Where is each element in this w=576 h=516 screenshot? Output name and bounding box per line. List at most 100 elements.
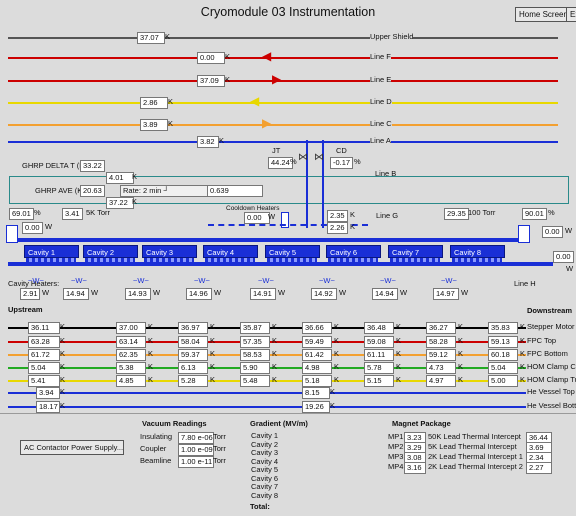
cavity-block[interactable]: Cavity 8 xyxy=(450,245,505,258)
sensor-unit: K xyxy=(396,322,402,331)
line-temp-unit: K xyxy=(168,119,174,128)
sensor-unit: K xyxy=(334,362,340,371)
sensor-value: 59.12 xyxy=(426,349,456,361)
cavity-heater-unit: W xyxy=(461,288,469,297)
cd-value: -0.17 xyxy=(330,157,354,169)
jt-valve-icon[interactable]: ⋈ xyxy=(298,153,308,163)
magnet-mp-value: 3.16 xyxy=(404,462,426,474)
sensor-value: 59.37 xyxy=(178,349,208,361)
arrow-right-icon: ▶ xyxy=(262,116,272,130)
ghrp-upper-unit: K xyxy=(132,172,138,181)
sensor-row-name: FPC Top xyxy=(527,336,557,345)
cavity-block[interactable]: Cavity 1 xyxy=(24,245,79,258)
cavity-cell-stripes xyxy=(328,258,378,262)
line-name: Line E xyxy=(370,75,392,85)
cavity-block[interactable]: Cavity 5 xyxy=(265,245,320,258)
line-name: Line D xyxy=(370,97,392,107)
sensor-unit: K xyxy=(520,336,526,345)
sensor-value: 5.78 xyxy=(364,362,394,374)
sensor-unit: K xyxy=(210,349,216,358)
sensor-unit: K xyxy=(210,375,216,384)
sensor-value: 36.97 xyxy=(178,322,208,334)
vacuum-title: Vacuum Readings xyxy=(142,419,207,428)
sensor-unit: K xyxy=(520,375,526,384)
cavity-heater-unit: W xyxy=(278,288,286,297)
magnet-intercept-label: 5K Lead Thermal Intercept xyxy=(428,442,517,451)
cavity-block[interactable]: Cavity 2 xyxy=(83,245,138,258)
vacuum-unit: Torr xyxy=(213,456,226,465)
vessel-mid-unit: K xyxy=(330,387,336,396)
vessel-up-value: 18.17 xyxy=(36,401,60,413)
sensor-value: 5.41 xyxy=(28,375,60,387)
cavity-cell-stripes xyxy=(267,258,317,262)
sensor-unit: K xyxy=(148,336,154,345)
vacuum-label: Beamline xyxy=(140,456,172,465)
cd-unit: % xyxy=(354,157,361,166)
gradient-cavity-label: Cavity 8 xyxy=(251,490,279,500)
sensor-unit: K xyxy=(458,349,464,358)
cavity-block[interactable]: Cavity 3 xyxy=(142,245,197,258)
vessel-mid-value: 8.15 xyxy=(302,387,330,399)
cavity-cell-stripes xyxy=(205,258,255,262)
sensor-value: 59.49 xyxy=(302,336,332,348)
cavity-block[interactable]: Cavity 6 xyxy=(326,245,381,258)
right-heater-1: 0.00 xyxy=(542,226,563,238)
sensor-value: 36.27 xyxy=(426,322,456,334)
vacuum-unit: Torr xyxy=(213,432,226,441)
line-g-unit-1: K xyxy=(350,210,356,219)
cavity-heater-value: 14.93 xyxy=(125,288,151,300)
line-temp-value: 3.89 xyxy=(140,119,168,131)
sensor-row-name: Stepper Motor xyxy=(527,322,575,331)
rate-selector[interactable]: Rate: 2 min ┘ xyxy=(120,185,208,197)
sensor-value: 63.28 xyxy=(28,336,60,348)
cavity-heater-value: 14.94 xyxy=(63,288,89,300)
right-heater-2: 0.00 xyxy=(553,251,574,263)
heater-icon: ~W~ xyxy=(258,276,274,285)
vessel-name: He Vessel Top xyxy=(527,387,575,396)
sensor-value: 5.04 xyxy=(28,362,60,374)
vessel-mid-unit: K xyxy=(330,401,336,410)
line-g-temp-1: 2.35 xyxy=(327,210,348,222)
cd-valve-icon[interactable]: ⋈ xyxy=(314,153,324,163)
helium-header-pipe xyxy=(14,238,524,242)
sensor-value: 37.00 xyxy=(116,322,146,334)
ghrp-delta-value: 33.22 xyxy=(80,160,105,172)
line-h-label: Line H xyxy=(514,279,536,288)
sensor-row-name: HOM Clamp Cou xyxy=(527,362,576,371)
sensor-unit: K xyxy=(272,362,278,371)
heater-icon: ~W~ xyxy=(441,276,457,285)
ac-contactor-button[interactable]: AC Contactor Power Supply... xyxy=(20,440,124,455)
bottom-divider xyxy=(0,413,576,414)
cavity-block[interactable]: Cavity 7 xyxy=(388,245,443,258)
transfer-line xyxy=(8,141,558,143)
chevron-down-icon: ┘ xyxy=(163,186,169,195)
cavity-heater-unit: W xyxy=(153,288,161,297)
sensor-value: 58.53 xyxy=(240,349,270,361)
cavity-block[interactable]: Cavity 4 xyxy=(203,245,258,258)
100torr-value: 29.35 xyxy=(444,208,469,220)
sensor-unit: K xyxy=(396,349,402,358)
sensor-value: 5.18 xyxy=(302,375,332,387)
sensor-unit: K xyxy=(458,322,464,331)
sensor-value: 4.73 xyxy=(426,362,456,374)
sensor-value: 57.35 xyxy=(240,336,270,348)
cavity-heater-unit: W xyxy=(42,288,50,297)
sensor-unit: K xyxy=(148,349,154,358)
arrow-left-icon: ◀ xyxy=(250,94,260,108)
sensor-value: 6.13 xyxy=(178,362,208,374)
sensor-unit: K xyxy=(334,349,340,358)
sensor-unit: K xyxy=(458,336,464,345)
sensor-unit: K xyxy=(60,336,66,345)
jt-unit: % xyxy=(290,157,297,166)
5k-temp-value: 3.41 xyxy=(62,208,83,220)
heater-icon: ~W~ xyxy=(133,276,149,285)
vessel-line xyxy=(8,406,526,408)
heater-icon: ~W~ xyxy=(71,276,87,285)
sensor-value: 35.87 xyxy=(240,322,270,334)
sensor-value: 58.04 xyxy=(178,336,208,348)
sensor-value: 58.28 xyxy=(426,336,456,348)
sensor-value: 59.13 xyxy=(488,336,518,348)
sensor-unit: K xyxy=(334,336,340,345)
exit-button[interactable]: Ex xyxy=(566,7,576,22)
magnet-intercept-label: 50K Lead Thermal Intercept xyxy=(428,432,521,441)
